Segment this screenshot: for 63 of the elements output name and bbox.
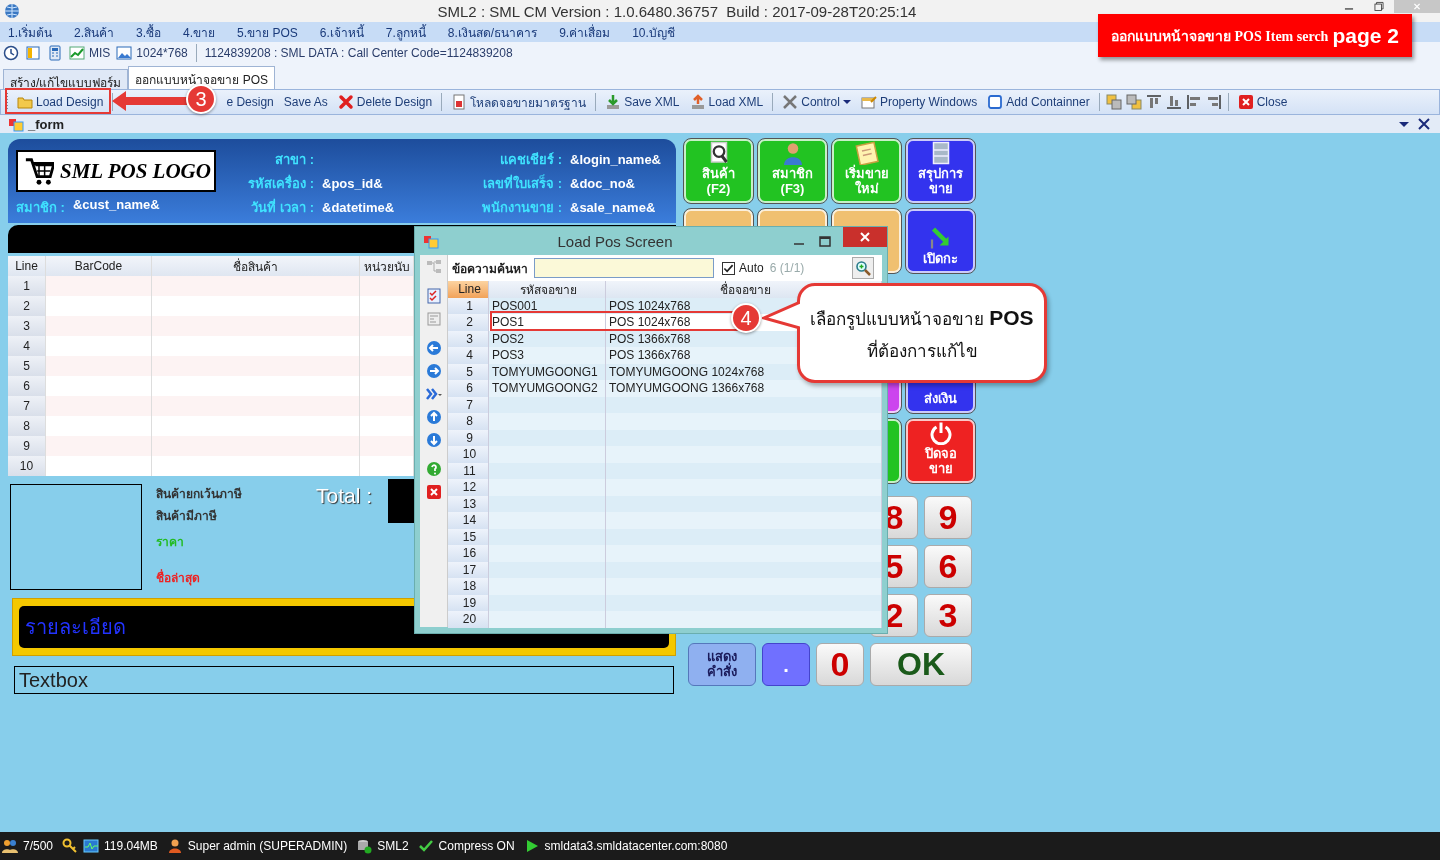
field-label: สมาชิก : [16,198,65,217]
line-number: 14 [448,512,489,529]
line-number: 8 [8,416,46,436]
line-number: 4 [8,336,46,356]
line-number: 4 [448,347,489,364]
line-number: 2 [8,296,46,316]
line-number: 10 [8,456,46,476]
status-text: smldata3.smldatacenter.com:8080 [544,839,728,853]
line-number: 6 [448,380,489,397]
summary-label: สินค้ายกเว้นภาษี [156,486,242,503]
line-number: 9 [8,436,46,456]
field-label: เลขที่ใบเสร็จ : [482,173,562,193]
column-header: Line [8,256,46,276]
field-label: แคชเชียร์ : [499,150,562,169]
column-header: หน่วยนับ [360,256,414,276]
status-text: Super admin (SUPERADMIN) [187,839,348,853]
total-label: Total : [316,484,373,509]
field-value: &cust_name& [72,196,160,214]
connection-info: 1124839208 : SML DATA : Call Center Code=1124839208 [204,46,513,60]
table-cell: TOMYUMGOONG2 [489,380,606,397]
summary-label: ราคา [156,534,184,551]
line-number: 2 [448,314,489,331]
field-value: &datetime& [322,199,396,215]
field-label: รหัสเครื่อง : [247,173,314,193]
summary-label: สินค้ามีภาษี [156,508,217,525]
status-text: 119.04MB [104,839,158,853]
column-header: BarCode [46,256,152,276]
field-value: &pos_id& [322,175,384,191]
line-number: 6 [8,376,46,396]
table-cell: POS3 [489,347,606,364]
column-header: Line [448,281,489,298]
field-value: &login_name& [570,151,662,167]
status-text: SML2 [377,839,409,853]
status-text: Compress ON [438,839,515,853]
banner: ออกแบบหน้าจอขาย POS Item serch page 2 [1098,14,1412,57]
line-number: 18 [448,578,489,595]
line-number: 1 [8,276,46,296]
summary-label: ชื่อล่าสุด [156,568,200,587]
logo-text: SML POS LOGO [60,158,211,184]
dialog-title: Load Pos Screen [556,232,674,250]
panel-title: _form [28,116,65,132]
window-title: SML2 : SML CM Version : 1.0.6480.36757 Build : 2017-09-28T20:25:14 [436,2,918,20]
field-value: &sale_name& [570,199,657,215]
field-label: พนักงานขาย : [481,198,562,217]
column-header: ชื่อสินค้า [152,256,360,276]
line-number: 20 [448,611,489,628]
field-label: วันที่ เวลา : [250,197,314,217]
text-box: Textbox [14,666,674,694]
field-label: สาขา : [274,150,314,169]
line-number: 12 [448,479,489,496]
line-number: 5 [8,356,46,376]
line-number: 7 [8,396,46,416]
record-count: 6 (1/1) [769,261,805,275]
field-value: &doc_no& [570,175,636,191]
line-number: 10 [448,446,489,463]
column-header: รหัสจอขาย [489,281,606,298]
status-text: 7/500 [23,839,54,853]
table-cell: TOMYUMGOONG 1366x768 [606,380,882,397]
line-number: 16 [448,545,489,562]
line-number: 8 [448,413,489,430]
search-label: ข้อความค้นหา [452,260,528,278]
detail-label: รายละเอียด [25,615,126,640]
line-number: 3 [8,316,46,336]
